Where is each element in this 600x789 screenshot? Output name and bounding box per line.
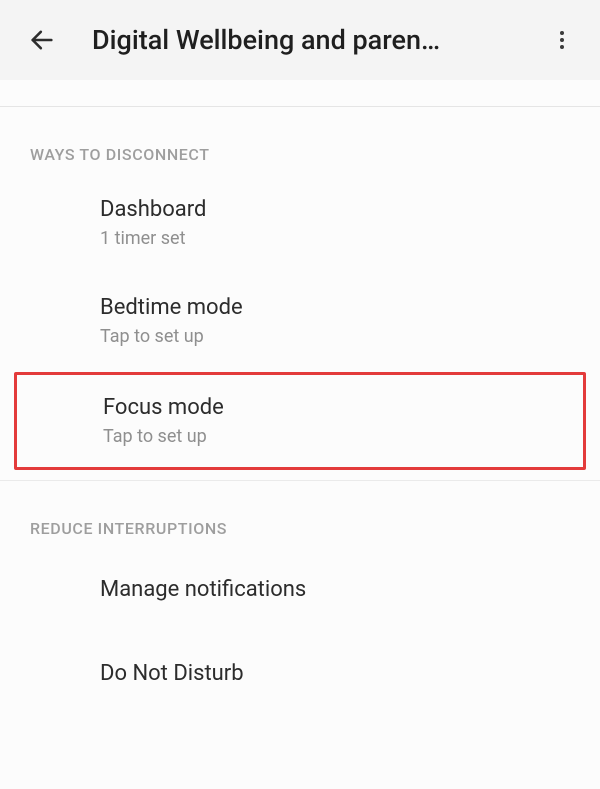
item-dashboard[interactable]: Dashboard 1 timer set xyxy=(0,174,600,272)
content-area: WAYS TO DISCONNECT Dashboard 1 timer set… xyxy=(0,80,600,715)
arrow-back-icon xyxy=(28,26,56,54)
app-bar: Digital Wellbeing and paren… xyxy=(0,0,600,80)
item-focus-mode[interactable]: Focus mode Tap to set up xyxy=(14,372,586,470)
back-button[interactable] xyxy=(20,18,64,62)
more-vert-icon xyxy=(550,28,574,52)
item-manage-notifications[interactable]: Manage notifications xyxy=(0,548,600,632)
item-title: Bedtime mode xyxy=(100,293,570,323)
item-bedtime-mode[interactable]: Bedtime mode Tap to set up xyxy=(0,272,600,370)
section-header-disconnect: WAYS TO DISCONNECT xyxy=(0,107,600,174)
page-title: Digital Wellbeing and paren… xyxy=(92,24,532,56)
item-title: Do Not Disturb xyxy=(100,653,570,695)
item-subtitle: 1 timer set xyxy=(100,227,570,251)
item-title: Dashboard xyxy=(100,195,570,225)
item-do-not-disturb[interactable]: Do Not Disturb xyxy=(0,632,600,716)
more-options-button[interactable] xyxy=(540,18,584,62)
item-title: Focus mode xyxy=(103,393,567,423)
item-subtitle: Tap to set up xyxy=(100,325,570,349)
section-header-reduce: REDUCE INTERRUPTIONS xyxy=(0,481,600,548)
item-title: Manage notifications xyxy=(100,569,570,611)
item-subtitle: Tap to set up xyxy=(103,425,567,449)
